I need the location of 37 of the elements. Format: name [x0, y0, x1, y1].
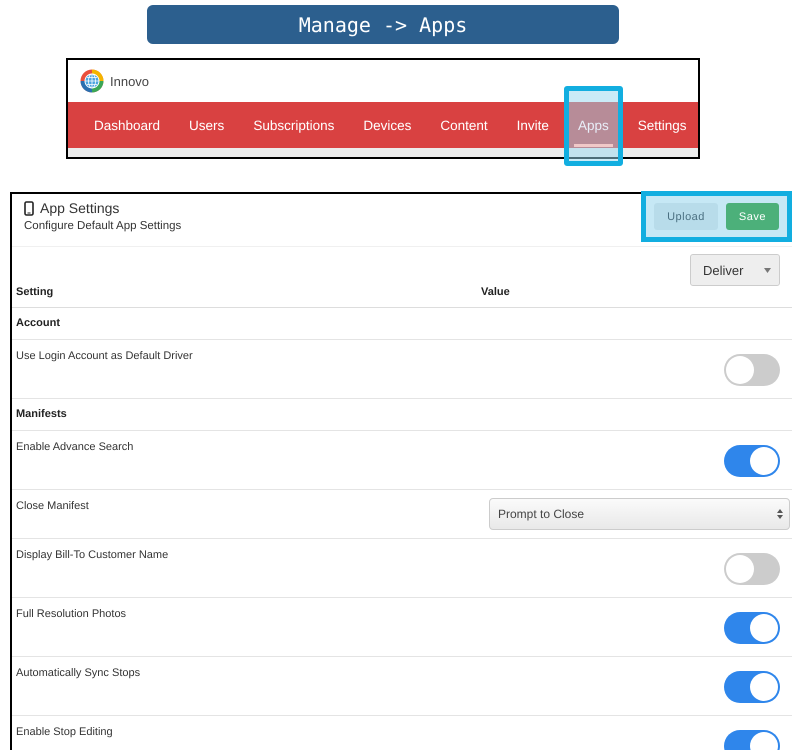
nav-tab[interactable]: Content [440, 118, 488, 132]
setting-label: Enable Stop Editing [16, 726, 113, 738]
column-header: Value [481, 286, 510, 298]
nav-tab[interactable]: Apps [578, 118, 609, 132]
setting-label: Close Manifest [16, 500, 89, 512]
nav-tab[interactable]: Invite [516, 118, 549, 132]
toggle-switch[interactable] [724, 553, 780, 585]
setting-label: Use Login Account as Default Driver [16, 350, 193, 362]
panel-subtitle: Configure Default App Settings [24, 220, 182, 232]
value-dropdown[interactable]: Prompt to Close [489, 498, 790, 530]
globe-logo-icon [80, 69, 104, 93]
toggle-switch[interactable] [724, 445, 780, 477]
mode-dropdown[interactable]: Deliver [690, 254, 780, 286]
toggle-switch[interactable] [724, 671, 780, 703]
setting-label: Full Resolution Photos [16, 608, 126, 620]
setting-label: Automatically Sync Stops [16, 667, 140, 679]
save-button[interactable]: Save [726, 203, 779, 230]
toggle-switch[interactable] [724, 612, 780, 644]
section-heading: Account [16, 317, 60, 329]
setting-label: Display Bill-To Customer Name [16, 549, 168, 561]
brand-name: Innovo [110, 74, 150, 88]
banner-title: Manage -> Apps [147, 5, 619, 44]
active-tab-indicator [574, 144, 613, 146]
nav-tab[interactable]: Settings [638, 118, 687, 132]
caret-icon [764, 268, 771, 272]
nav-tab[interactable]: Users [189, 118, 224, 132]
nav-tab[interactable]: Subscriptions [253, 118, 334, 132]
setting-label: Enable Advance Search [16, 441, 134, 453]
upload-button[interactable]: Upload [654, 203, 718, 230]
nav-tab[interactable]: Devices [363, 118, 412, 132]
panel-title: App Settings [40, 200, 120, 216]
sort-arrows-icon [777, 509, 783, 519]
column-header: Setting [16, 286, 54, 298]
section-heading: Manifests [16, 408, 67, 420]
nav-tab[interactable]: Dashboard [94, 118, 160, 132]
phone-icon [24, 200, 34, 216]
toggle-switch[interactable] [724, 354, 780, 386]
